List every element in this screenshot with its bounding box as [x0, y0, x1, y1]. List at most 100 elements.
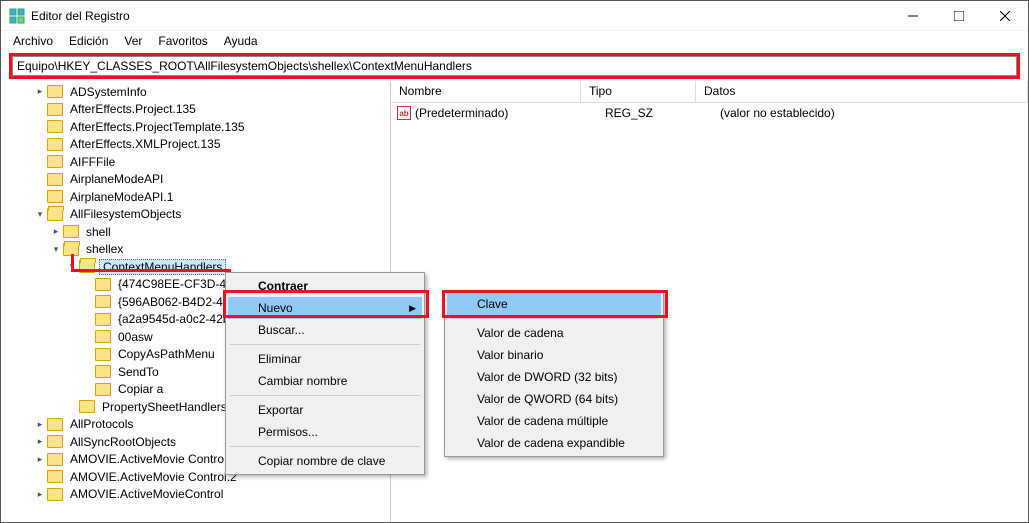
chevron-right-icon[interactable]: ▸ [49, 226, 63, 237]
tree-label: PropertySheetHandlers [99, 400, 230, 414]
submenu-arrow-icon: ▶ [409, 303, 416, 314]
menu-edicion[interactable]: Edición [63, 34, 114, 48]
tree-item[interactable]: AirplaneModeAPI.1 [1, 188, 390, 206]
menu-item[interactable]: Contraer [228, 275, 422, 297]
address-bar[interactable] [12, 56, 1017, 76]
close-button[interactable] [982, 1, 1028, 30]
menu-item[interactable]: Copiar nombre de clave [228, 450, 422, 472]
folder-icon [95, 295, 111, 308]
menu-item[interactable]: Cambiar nombre [228, 370, 422, 392]
folder-icon [47, 155, 63, 168]
chevron-right-icon[interactable]: ▸ [33, 454, 47, 465]
folder-icon [47, 453, 63, 466]
tree-label: AirplaneModeAPI.1 [67, 190, 176, 204]
tree-label: 00asw [115, 330, 156, 344]
menu-item[interactable]: Valor de DWORD (32 bits) [447, 366, 661, 388]
tree-item[interactable]: AfterEffects.XMLProject.135 [1, 136, 390, 154]
tree-label: SendTo [115, 365, 162, 379]
folder-icon [79, 260, 95, 273]
menu-item[interactable]: Nuevo▶ [228, 297, 422, 319]
tree-label: AllFilesystemObjects [67, 207, 184, 221]
string-value-icon: ab [397, 106, 411, 120]
menu-item[interactable]: Valor binario [447, 344, 661, 366]
folder-icon [95, 383, 111, 396]
chevron-down-icon[interactable]: ▾ [49, 244, 63, 255]
folder-icon [79, 400, 95, 413]
chevron-right-icon[interactable]: ▸ [33, 489, 47, 500]
window-title: Editor del Registro [31, 9, 890, 23]
context-submenu-nuevo[interactable]: ClaveValor de cadenaValor binarioValor d… [444, 290, 664, 457]
tree-label: AllSyncRootObjects [67, 435, 179, 449]
chevron-down-icon[interactable]: ▾ [33, 209, 47, 220]
tree-label: AIFFFile [67, 155, 118, 169]
context-menu[interactable]: ContraerNuevo▶Buscar... EliminarCambiar n… [225, 272, 425, 475]
folder-icon [47, 488, 63, 501]
tree-item[interactable]: AfterEffects.Project.135 [1, 101, 390, 119]
tree-label: ADSystemInfo [67, 85, 150, 99]
tree-label: Copiar a [115, 382, 166, 396]
tree-label: {a2a9545d-a0c2-42b [115, 312, 232, 326]
menu-item[interactable]: Eliminar [228, 348, 422, 370]
menu-item[interactable]: Clave [447, 293, 661, 315]
tree-item[interactable]: ▸ shell [1, 223, 390, 241]
tree-label: shell [83, 225, 114, 239]
maximize-button[interactable] [936, 1, 982, 30]
folder-icon [47, 85, 63, 98]
folder-icon [95, 365, 111, 378]
folder-icon [47, 190, 63, 203]
folder-icon [95, 330, 111, 343]
tree-item[interactable]: ▸ ADSystemInfo [1, 83, 390, 101]
address-highlight [9, 53, 1020, 79]
menu-item[interactable]: Exportar [228, 399, 422, 421]
tree-item[interactable]: AirplaneModeAPI [1, 171, 390, 189]
tree-label: AfterEffects.ProjectTemplate.135 [67, 120, 248, 134]
folder-icon [47, 418, 63, 431]
menu-separator [230, 395, 420, 396]
col-name[interactable]: Nombre [391, 81, 581, 102]
tree-item[interactable]: AfterEffects.ProjectTemplate.135 [1, 118, 390, 136]
menu-item[interactable]: Valor de cadena expandible [447, 432, 661, 454]
folder-icon [47, 103, 63, 116]
folder-icon [95, 278, 111, 291]
regedit-icon [9, 8, 25, 24]
tree-item[interactable]: ▾ AllFilesystemObjects [1, 206, 390, 224]
tree-label: AfterEffects.Project.135 [67, 102, 199, 116]
folder-icon [47, 138, 63, 151]
tree-label: {474C98EE-CF3D-41 [115, 277, 236, 291]
tree-item[interactable]: ▾ shellex [1, 241, 390, 259]
menu-separator [230, 344, 420, 345]
menu-item[interactable]: Buscar... [228, 319, 422, 341]
menu-separator [230, 446, 420, 447]
col-data[interactable]: Datos [696, 81, 1028, 102]
chevron-down-icon[interactable]: ▾ [65, 261, 79, 272]
folder-icon [95, 313, 111, 326]
tree-item[interactable]: ▸AMOVIE.ActiveMovieControl [1, 486, 390, 504]
menu-item[interactable]: Valor de QWORD (64 bits) [447, 388, 661, 410]
menu-ver[interactable]: Ver [118, 34, 148, 48]
tree-label: ContextMenuHandlers [99, 259, 226, 275]
folder-icon [47, 120, 63, 133]
col-type[interactable]: Tipo [581, 81, 696, 102]
folder-icon [63, 225, 79, 238]
value-type: REG_SZ [605, 106, 720, 120]
tree-item[interactable]: AIFFFile [1, 153, 390, 171]
chevron-right-icon[interactable]: ▸ [33, 86, 47, 97]
menu-archivo[interactable]: Archivo [7, 34, 59, 48]
menu-item[interactable]: Permisos... [228, 421, 422, 443]
folder-icon [63, 243, 79, 256]
minimize-button[interactable] [890, 1, 936, 30]
value-data: (valor no establecido) [720, 106, 1028, 120]
menu-favoritos[interactable]: Favoritos [152, 34, 213, 48]
tree-label: AllProtocols [67, 417, 136, 431]
folder-icon [47, 208, 63, 221]
menu-item[interactable]: Valor de cadena [447, 322, 661, 344]
menu-item[interactable]: Valor de cadena múltiple [447, 410, 661, 432]
folder-icon [47, 435, 63, 448]
chevron-right-icon[interactable]: ▸ [33, 436, 47, 447]
value-row[interactable]: ab (Predeterminado) REG_SZ (valor no est… [391, 103, 1028, 123]
tree-label: shellex [83, 242, 126, 256]
menu-ayuda[interactable]: Ayuda [218, 34, 264, 48]
chevron-right-icon[interactable]: ▸ [33, 419, 47, 430]
menu-separator [449, 318, 659, 319]
menubar: Archivo Edición Ver Favoritos Ayuda [1, 31, 1028, 51]
